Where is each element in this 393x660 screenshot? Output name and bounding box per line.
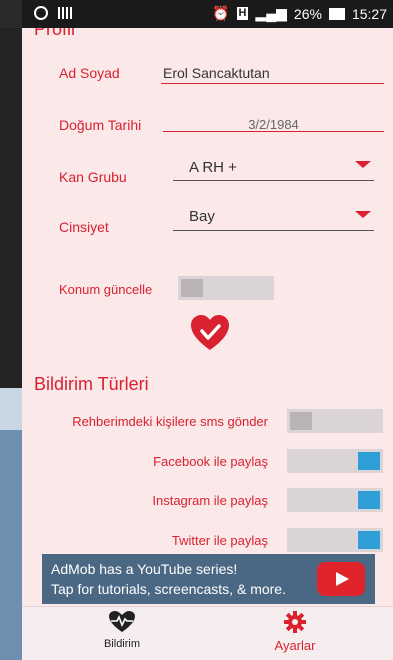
toggle-knob [181, 279, 203, 297]
nav-ayarlar-label: Ayarlar [274, 638, 316, 653]
blood-type-underline [173, 180, 374, 181]
notification-ring-icon [34, 6, 48, 20]
signal-icon: ▂▄▆ [255, 5, 287, 21]
gender-label: Cinsiyet [59, 219, 109, 235]
nav-bildirim-label: Bildirim [103, 638, 141, 650]
name-field-underline [161, 83, 384, 84]
ad-subtext: Tap for tutorials, screencasts, & more. [51, 581, 286, 597]
location-update-label: Konum güncelle [59, 282, 153, 297]
birth-date-label: Doğum Tarihi [59, 117, 142, 133]
bottom-navigation: Bildirim Ayarlar [22, 606, 393, 660]
toggle-knob [358, 452, 380, 470]
admob-banner[interactable]: AdMob has a YouTube series! Tap for tuto… [42, 554, 375, 604]
background-app-strip [0, 388, 22, 430]
sms-contacts-toggle[interactable] [287, 409, 383, 433]
birth-date-field[interactable]: 3/2/1984 [163, 117, 384, 132]
instagram-share-label: Instagram ile paylaş [152, 493, 268, 508]
twitter-share-label: Twitter ile paylaş [171, 533, 268, 548]
location-update-toggle[interactable] [178, 276, 274, 300]
sms-contacts-label: Rehberimdeki kişilere sms gönder [72, 414, 268, 429]
name-field[interactable]: Erol Sancaktutan [163, 65, 270, 81]
gender-underline [173, 230, 374, 231]
network-type-badge: H [236, 7, 249, 20]
battery-percent: 26% [293, 5, 322, 22]
nav-ayarlar[interactable]: Ayarlar [235, 611, 355, 653]
name-label: Ad Soyad [59, 65, 120, 81]
notification-types-title: Bildirim Türleri [34, 374, 149, 394]
toggle-knob [358, 531, 380, 549]
alarm-icon: ⏰ [212, 5, 230, 21]
status-bar: ⏰ H ▂▄▆ 26% 15:27 [22, 0, 393, 28]
blood-type-select[interactable]: A RH + [189, 159, 237, 176]
blood-type-label: Kan Grubu [59, 169, 127, 185]
profile-section-title: Profil [34, 28, 76, 39]
instagram-share-toggle[interactable] [287, 488, 383, 512]
background-app-strip [0, 430, 22, 660]
twitter-share-toggle[interactable] [287, 528, 383, 552]
clock: 15:27 [351, 5, 387, 22]
birth-date-underline [163, 131, 384, 132]
barcode-icon [58, 7, 72, 19]
battery-icon [328, 7, 345, 20]
facebook-share-toggle[interactable] [287, 449, 383, 473]
dropdown-arrow-icon[interactable] [355, 161, 371, 168]
toggle-knob [290, 412, 312, 430]
youtube-play-icon[interactable] [317, 562, 365, 596]
settings-screen: Profil Ad Soyad Erol Sancaktutan Doğum T… [22, 28, 393, 660]
gear-icon [284, 611, 306, 633]
ad-headline: AdMob has a YouTube series! [51, 561, 238, 577]
dropdown-arrow-icon[interactable] [355, 211, 371, 218]
gender-select[interactable]: Bay [189, 208, 215, 225]
background-app-strip [0, 28, 22, 388]
heart-pulse-icon [109, 611, 135, 632]
facebook-share-label: Facebook ile paylaş [153, 454, 268, 469]
heart-check-icon[interactable] [190, 314, 230, 354]
toggle-knob [358, 491, 380, 509]
nav-bildirim[interactable]: Bildirim [62, 611, 182, 650]
